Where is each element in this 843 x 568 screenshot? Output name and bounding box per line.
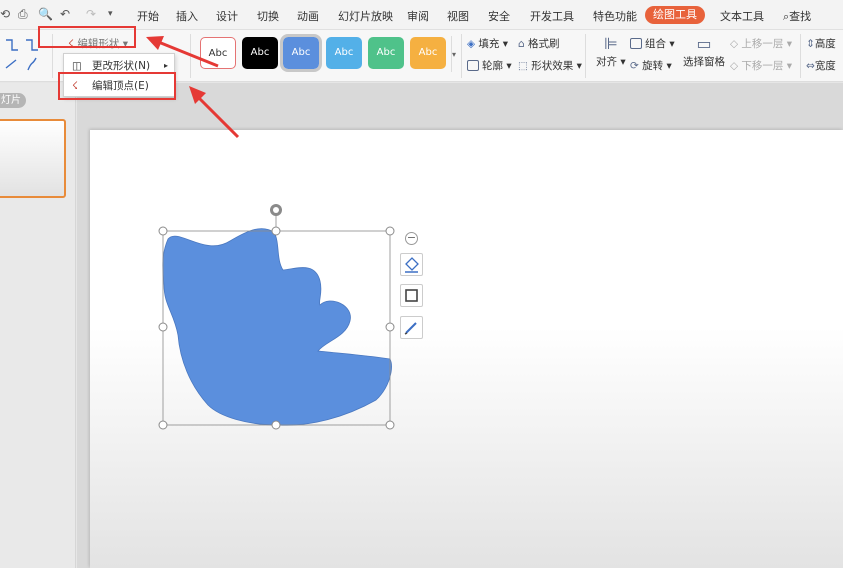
tab-developer[interactable]: 开发工具 bbox=[530, 8, 574, 24]
bring-forward-icon: ◇ bbox=[730, 38, 739, 50]
search-button[interactable]: ⌕查找 bbox=[783, 8, 811, 24]
slides-tab[interactable]: 灯片 bbox=[0, 93, 26, 108]
tab-home[interactable]: 开始 bbox=[137, 8, 159, 24]
resize-handle-ne[interactable] bbox=[385, 226, 395, 236]
group-icon bbox=[630, 38, 642, 49]
shape-style-6[interactable]: Abc bbox=[410, 37, 446, 69]
divider bbox=[190, 34, 191, 78]
bring-forward-button[interactable]: ◇ 上移一层 ▾ bbox=[730, 36, 792, 51]
tab-design[interactable]: 设计 bbox=[216, 8, 238, 24]
redo-icon[interactable]: ↷ bbox=[86, 7, 96, 21]
send-backward-label: 下移一层 bbox=[741, 60, 784, 72]
height-icon: ⇕ bbox=[806, 38, 815, 50]
collapse-toolbar-icon[interactable]: − bbox=[405, 232, 418, 245]
rotate-handle-center bbox=[273, 207, 279, 213]
shape-effects-button[interactable]: ⬚ 形状效果 ▾ bbox=[518, 58, 582, 73]
tab-animation[interactable]: 动画 bbox=[297, 8, 319, 24]
tab-review[interactable]: 审阅 bbox=[407, 8, 429, 24]
tab-drawing-tools[interactable]: 绘图工具 bbox=[645, 6, 705, 24]
tab-slideshow[interactable]: 幻灯片放映 bbox=[338, 8, 393, 24]
divider bbox=[800, 34, 801, 78]
send-backward-icon: ◇ bbox=[730, 60, 739, 72]
send-backward-button[interactable]: ◇ 下移一层 ▾ bbox=[730, 58, 792, 73]
resize-handle-sw[interactable] bbox=[158, 420, 168, 430]
fill-button[interactable]: ◈ 填充 ▾ bbox=[467, 36, 508, 51]
print-preview-icon[interactable]: 🔍 bbox=[38, 7, 53, 21]
align-icon: ⊫ bbox=[603, 34, 618, 53]
undo-icon[interactable]: ↶ bbox=[60, 7, 70, 21]
align-button[interactable]: ⊫ 对齐 ▾ bbox=[596, 34, 626, 69]
tab-transition[interactable]: 切换 bbox=[257, 8, 279, 24]
undo-history-icon[interactable]: ⟲ bbox=[0, 7, 10, 21]
format-painter-label: 格式刷 bbox=[528, 38, 560, 50]
rotate-icon: ⟳ bbox=[630, 60, 639, 72]
customize-chevron-icon[interactable]: ▾ bbox=[108, 9, 113, 19]
freeform-shape-selection[interactable] bbox=[150, 195, 410, 440]
shape-style-5[interactable]: Abc bbox=[368, 37, 404, 69]
selection-pane-icon: ▭ bbox=[696, 34, 712, 53]
resize-handle-n[interactable] bbox=[271, 226, 281, 236]
outline-icon bbox=[467, 60, 479, 71]
shape-style-3[interactable]: Abc bbox=[280, 34, 322, 72]
tab-text-tools[interactable]: 文本工具 bbox=[720, 8, 764, 24]
search-label: 查找 bbox=[789, 10, 812, 23]
divider bbox=[585, 34, 586, 78]
print-icon[interactable]: ⎙ bbox=[18, 7, 28, 22]
float-outline-button[interactable] bbox=[400, 284, 423, 307]
divider bbox=[461, 34, 462, 78]
float-fill-button[interactable] bbox=[400, 253, 423, 276]
resize-handle-w[interactable] bbox=[158, 322, 168, 332]
outline-label: 轮廓 bbox=[482, 60, 503, 72]
rotate-label: 旋转 bbox=[642, 60, 664, 72]
shape-effects-icon: ⬚ bbox=[518, 60, 528, 72]
annotation-box-edit-shape bbox=[38, 26, 136, 48]
height-label: 高度 bbox=[814, 38, 836, 50]
rotate-button[interactable]: ⟳ 旋转 ▾ bbox=[630, 58, 672, 73]
resize-handle-e[interactable] bbox=[385, 322, 395, 332]
slide-thumbnail[interactable] bbox=[0, 119, 66, 198]
tab-security[interactable]: 安全 bbox=[488, 8, 510, 24]
format-painter-button[interactable]: ⌂ 格式刷 bbox=[518, 36, 560, 51]
tab-view[interactable]: 视图 bbox=[447, 8, 469, 24]
width-icon: ⇔ bbox=[806, 60, 815, 72]
outline-button[interactable]: 轮廓 ▾ bbox=[467, 58, 512, 73]
shape-style-4[interactable]: Abc bbox=[326, 37, 362, 69]
fill-bucket-icon bbox=[405, 257, 419, 273]
float-effects-button[interactable] bbox=[400, 316, 423, 339]
shape-style-2[interactable]: Abc bbox=[242, 37, 278, 69]
height-field[interactable]: ⇕高度 bbox=[806, 36, 836, 51]
align-label: 对齐 bbox=[596, 56, 617, 68]
fill-label: 填充 bbox=[478, 38, 500, 50]
styles-more-icon[interactable]: ▾ bbox=[451, 36, 459, 72]
width-label: 宽度 bbox=[814, 60, 836, 72]
freeform-shape[interactable] bbox=[162, 228, 392, 426]
selection-pane-button[interactable]: ▭ 选择窗格 bbox=[683, 34, 725, 69]
group-button[interactable]: 组合 ▾ bbox=[630, 36, 675, 51]
tab-insert[interactable]: 插入 bbox=[176, 8, 198, 24]
outline-icon bbox=[405, 289, 418, 302]
annotation-box-edit-points bbox=[58, 72, 176, 100]
resize-handle-s[interactable] bbox=[271, 420, 281, 430]
bring-forward-label: 上移一层 bbox=[741, 38, 784, 50]
width-field[interactable]: ⇔宽度 bbox=[806, 58, 836, 73]
fill-bucket-icon: ◈ bbox=[467, 38, 476, 50]
change-shape-label: 更改形状(N) bbox=[92, 60, 151, 72]
tab-special-features[interactable]: 特色功能 bbox=[593, 8, 637, 24]
format-painter-icon: ⌂ bbox=[518, 38, 525, 50]
resize-handle-se[interactable] bbox=[385, 420, 395, 430]
pen-icon bbox=[404, 322, 417, 335]
shape-effects-label: 形状效果 bbox=[531, 60, 574, 72]
resize-handle-nw[interactable] bbox=[158, 226, 168, 236]
group-label: 组合 bbox=[645, 38, 666, 50]
selection-pane-label: 选择窗格 bbox=[683, 56, 725, 68]
shape-style-1[interactable]: Abc bbox=[200, 37, 236, 69]
